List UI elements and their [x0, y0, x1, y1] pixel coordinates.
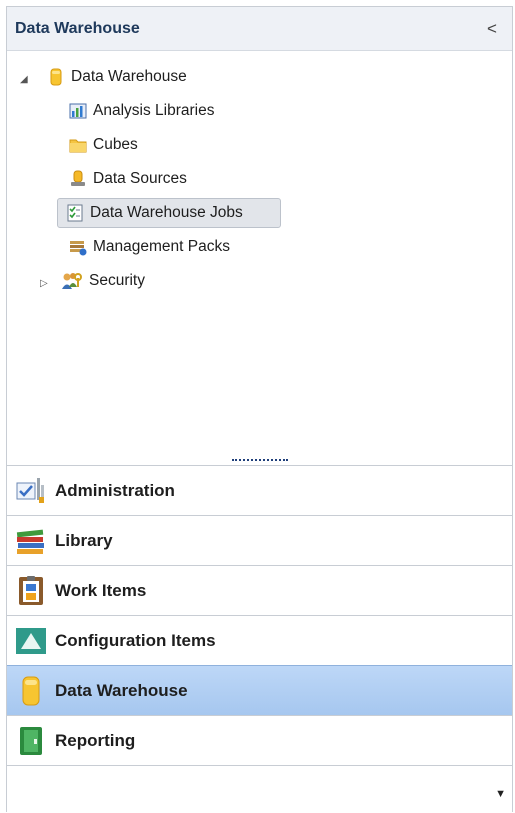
- nav-label: Library: [55, 530, 113, 550]
- folder-icon: [69, 136, 87, 154]
- tree-item-analysis-libraries[interactable]: Analysis Libraries: [65, 96, 220, 126]
- tree-item-label: Analysis Libraries: [93, 102, 215, 119]
- data-source-icon: [69, 170, 87, 188]
- tree-item-label: Management Packs: [93, 238, 230, 255]
- tree-item-label: Security: [89, 272, 145, 289]
- clipboard-icon: [15, 575, 47, 607]
- splitter-grip: [231, 459, 288, 461]
- nav-work-items[interactable]: Work Items: [7, 565, 512, 615]
- nav-reporting[interactable]: Reporting: [7, 715, 512, 765]
- nav-administration[interactable]: Administration: [7, 465, 512, 515]
- tree-item-label: Data Warehouse: [71, 68, 187, 85]
- tree-item-data-sources[interactable]: Data Sources: [65, 164, 193, 194]
- nav-configuration-items[interactable]: Configuration Items: [7, 615, 512, 665]
- chart-icon: [69, 102, 87, 120]
- tree-item-security[interactable]: Security: [57, 266, 151, 296]
- wunderbar: Administration Library Work Items Config…: [7, 465, 512, 765]
- config-item-icon: [15, 625, 47, 657]
- pane-header: Data Warehouse <: [7, 7, 512, 51]
- navigation-pane: Data Warehouse < ◢ Data Warehouse Analys…: [6, 6, 513, 813]
- nav-library[interactable]: Library: [7, 515, 512, 565]
- users-key-icon: [61, 272, 83, 290]
- tree-item-label: Data Sources: [93, 170, 187, 187]
- nav-label: Work Items: [55, 580, 147, 600]
- tree-item-data-warehouse[interactable]: Data Warehouse: [43, 62, 193, 92]
- nav-footer: ▼: [7, 765, 512, 813]
- books-icon: [15, 525, 47, 557]
- nav-label: Reporting: [55, 730, 136, 750]
- management-pack-icon: [69, 238, 87, 256]
- database-icon: [47, 68, 65, 86]
- admin-tools-icon: [15, 475, 47, 507]
- pane-splitter[interactable]: [7, 455, 512, 465]
- expand-root-toggle[interactable]: ◢: [20, 74, 28, 85]
- checklist-icon: [66, 204, 84, 222]
- tree-item-management-packs[interactable]: Management Packs: [65, 232, 236, 262]
- nav-label: Configuration Items: [55, 630, 216, 650]
- workspace-tree: ◢ Data Warehouse Analysis Libraries Cube…: [7, 51, 512, 455]
- tree-item-data-warehouse-jobs[interactable]: Data Warehouse Jobs: [57, 198, 281, 228]
- tree-item-label: Data Warehouse Jobs: [90, 204, 243, 221]
- collapse-pane-button[interactable]: <: [482, 19, 502, 39]
- nav-label: Administration: [55, 480, 175, 500]
- database-icon: [15, 675, 47, 707]
- pane-title: Data Warehouse: [15, 19, 140, 37]
- nav-label: Data Warehouse: [55, 680, 188, 700]
- tree-item-cubes[interactable]: Cubes: [65, 130, 144, 160]
- report-book-icon: [15, 725, 47, 757]
- expand-security-toggle[interactable]: ▷: [40, 278, 48, 289]
- configure-buttons-menu[interactable]: ▼: [495, 788, 506, 800]
- nav-data-warehouse[interactable]: Data Warehouse: [7, 665, 512, 715]
- tree-item-label: Cubes: [93, 136, 138, 153]
